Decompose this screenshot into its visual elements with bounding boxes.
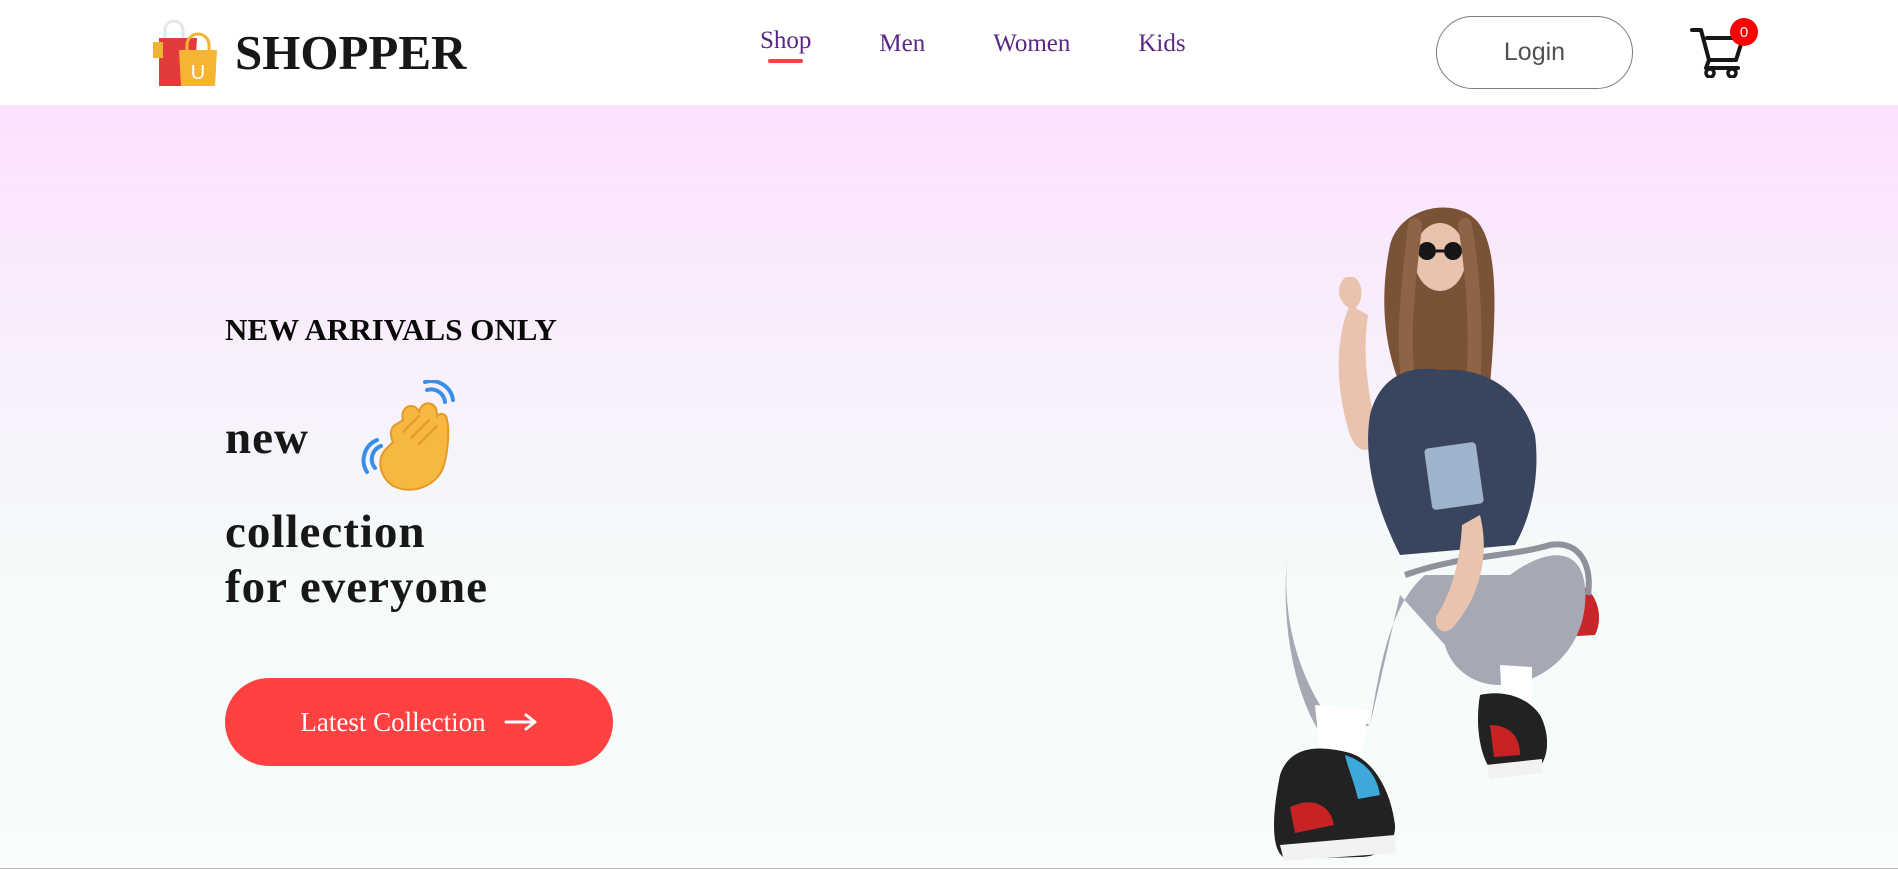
nav-item-men[interactable]: Men bbox=[879, 30, 925, 58]
hero-model-image bbox=[1274, 207, 1600, 861]
nav-logo[interactable]: U SHOPPER bbox=[145, 16, 466, 88]
arrow-right-icon bbox=[504, 713, 537, 731]
hero-heading-line-1: new bbox=[225, 412, 309, 464]
hero-section: NEW ARRIVALS ONLY new collection for eve… bbox=[0, 105, 1898, 869]
navbar: U SHOPPER Shop Men Women Kids Login 0 bbox=[0, 0, 1898, 105]
nav-item-women[interactable]: Women bbox=[993, 30, 1070, 58]
nav-item-label: Shop bbox=[760, 27, 812, 54]
nav-active-underline bbox=[768, 59, 804, 63]
hero-tagline: NEW ARRIVALS ONLY bbox=[225, 312, 557, 347]
nav-item-kids[interactable]: Kids bbox=[1138, 30, 1185, 58]
waving-hand-icon bbox=[361, 380, 455, 491]
nav-item-label: Men bbox=[879, 30, 926, 57]
nav-item-label: Kids bbox=[1138, 30, 1186, 57]
latest-collection-button[interactable]: Latest Collection bbox=[225, 678, 613, 766]
hero-heading-line-2: collection bbox=[225, 506, 426, 558]
logo-text: SHOPPER bbox=[235, 24, 467, 80]
cart-button[interactable]: 0 bbox=[1690, 18, 1760, 80]
latest-collection-label: Latest Collection bbox=[300, 706, 486, 737]
logo-bag-letter: U bbox=[191, 62, 205, 84]
cart-count-badge: 0 bbox=[1730, 18, 1758, 46]
nav-item-label: Women bbox=[993, 30, 1071, 57]
login-button[interactable]: Login bbox=[1436, 16, 1633, 89]
nav-item-shop[interactable]: Shop bbox=[760, 27, 812, 63]
nav-menu: Shop Men Women Kids bbox=[760, 27, 1186, 63]
shopping-bag-logo-icon: U bbox=[153, 19, 217, 86]
hero-heading-line-3: for everyone bbox=[225, 561, 488, 613]
